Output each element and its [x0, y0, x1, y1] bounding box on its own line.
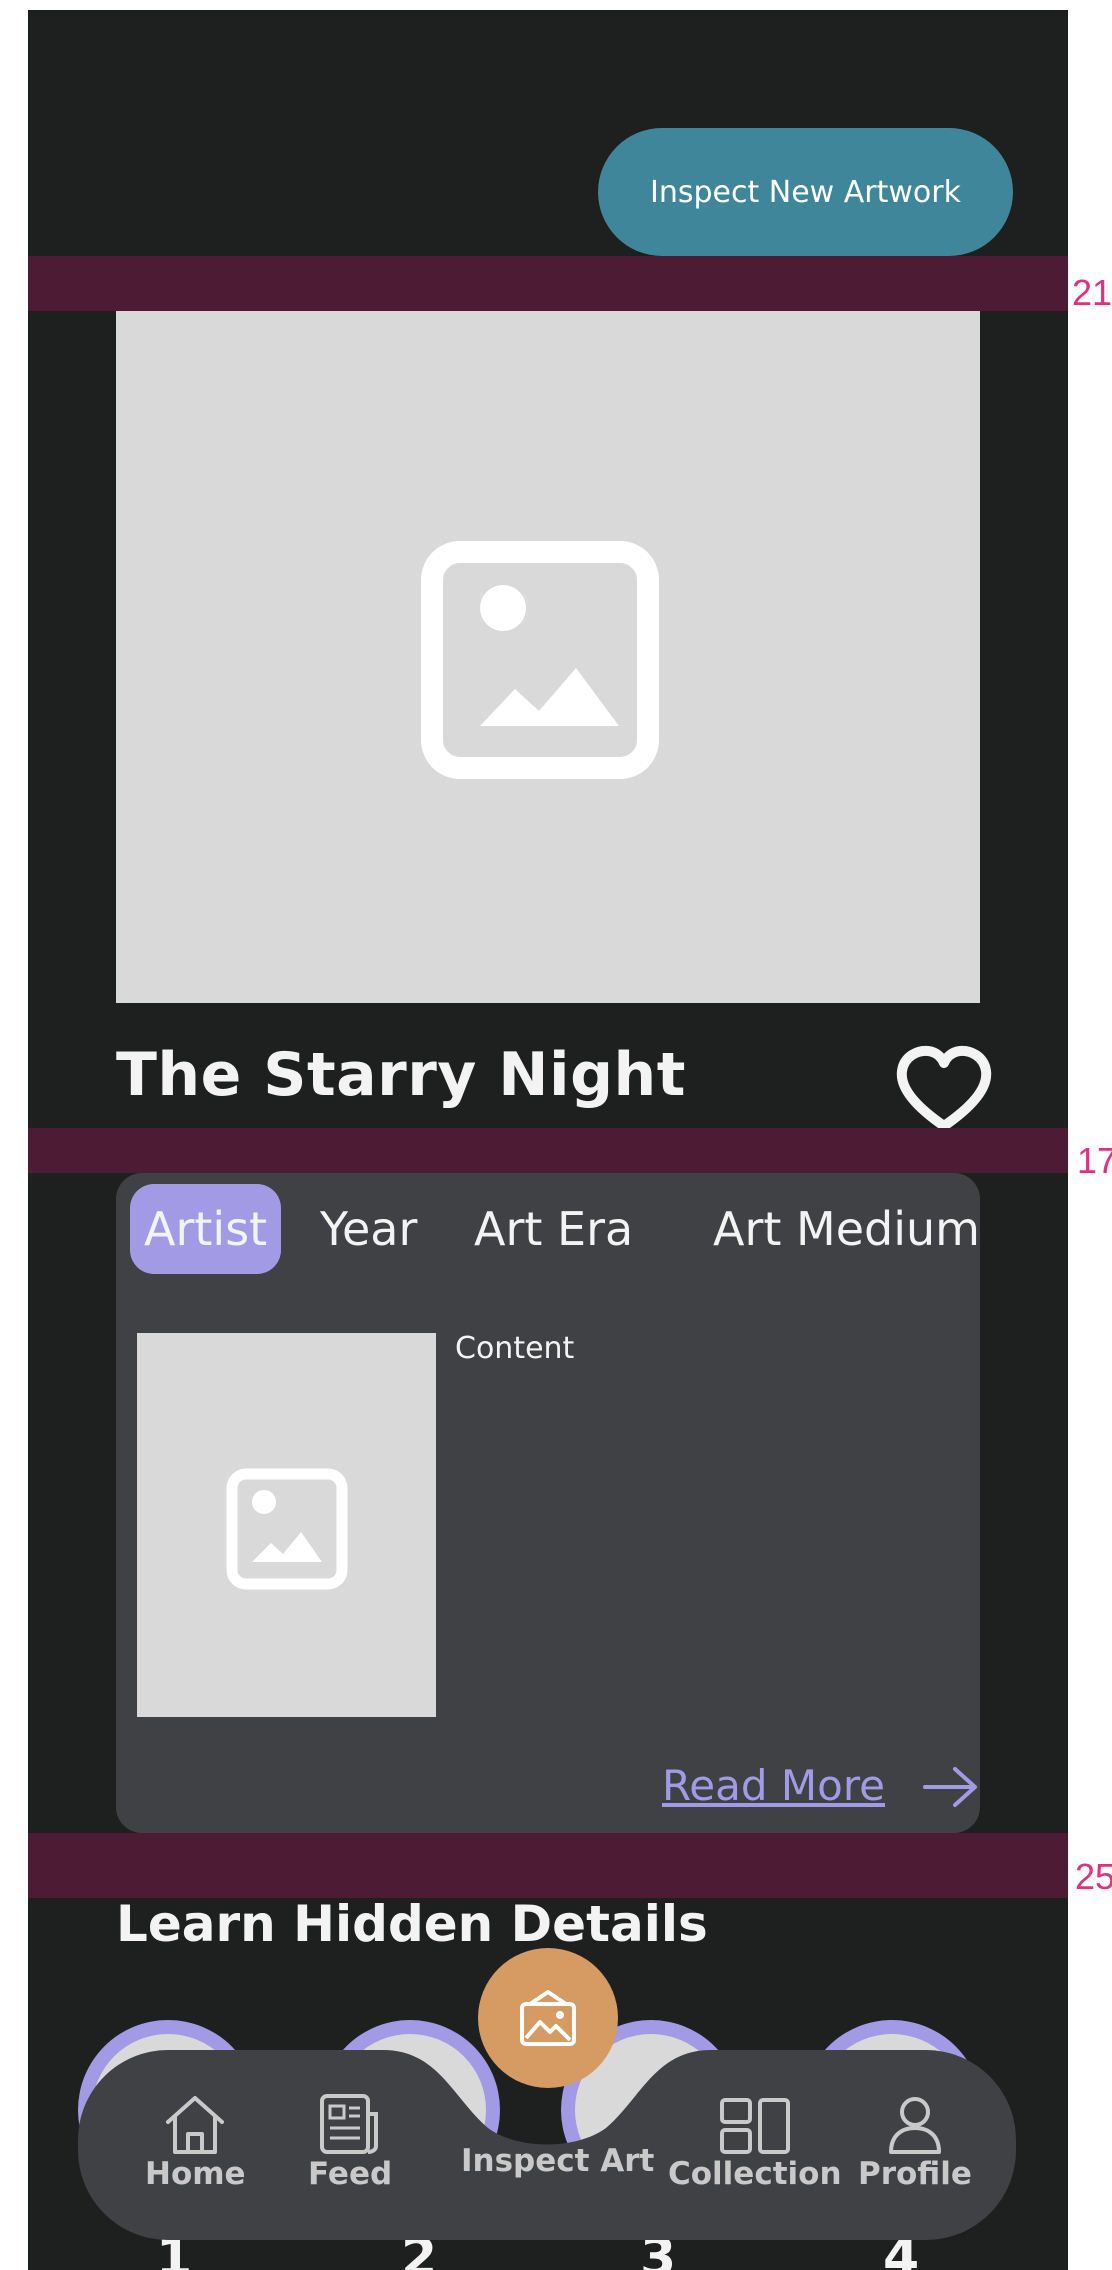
spacer-label-25: 25 [1075, 1856, 1112, 1897]
spacer-band [28, 256, 1068, 311]
inspect-art-fab[interactable] [478, 1948, 618, 2088]
collection-icon [719, 2098, 790, 2154]
nav-feed-label: Feed [308, 2156, 393, 2192]
nav-profile[interactable]: Profile [858, 2094, 972, 2192]
feed-icon [320, 2094, 379, 2154]
nav-inspect-art-label: Inspect Art [461, 2143, 655, 2179]
artwork-info-card: Artist Year Art Era Art Medium Content R… [116, 1173, 980, 1833]
tab-art-era[interactable]: Art Era [474, 1184, 633, 1274]
profile-icon [888, 2097, 941, 2154]
spacer-label-17: 17 [1077, 1140, 1112, 1181]
nav-collection[interactable]: Collection [668, 2096, 842, 2192]
content-text: Content [455, 1331, 575, 1366]
artwork-image [116, 311, 980, 1003]
nav-home[interactable]: Home [145, 2092, 246, 2192]
spacer-band [28, 1128, 1068, 1173]
app-screen: Inspect New Artwork The Starry Night Art… [28, 10, 1068, 2270]
read-more-link[interactable]: Read More [662, 1761, 885, 1810]
tab-art-medium[interactable]: Art Medium [713, 1184, 980, 1274]
inspect-new-artwork-button[interactable]: Inspect New Artwork [598, 128, 1013, 256]
arrow-right-icon[interactable] [922, 1763, 980, 1811]
nav-profile-label: Profile [858, 2156, 972, 2192]
artwork-icon [520, 1990, 576, 2046]
section-title-hidden-details: Learn Hidden Details [116, 1895, 708, 1953]
tab-year[interactable]: Year [320, 1184, 417, 1274]
spacer-label-21: 21 [1072, 272, 1112, 313]
spacer-band [28, 1833, 1068, 1898]
nav-collection-label: Collection [668, 2156, 842, 2192]
favorite-heart-icon[interactable] [894, 1044, 994, 1134]
tab-artist[interactable]: Artist [130, 1184, 282, 1274]
nav-inspect-art[interactable]: Inspect Art [461, 2143, 654, 2179]
home-icon [166, 2096, 225, 2154]
artist-image [137, 1333, 436, 1717]
nav-home-label: Home [145, 2156, 246, 2192]
nav-feed[interactable]: Feed [308, 2092, 392, 2192]
image-placeholder-icon [421, 541, 659, 779]
artwork-title: The Starry Night [116, 1040, 686, 1110]
image-placeholder-icon [226, 1468, 348, 1590]
